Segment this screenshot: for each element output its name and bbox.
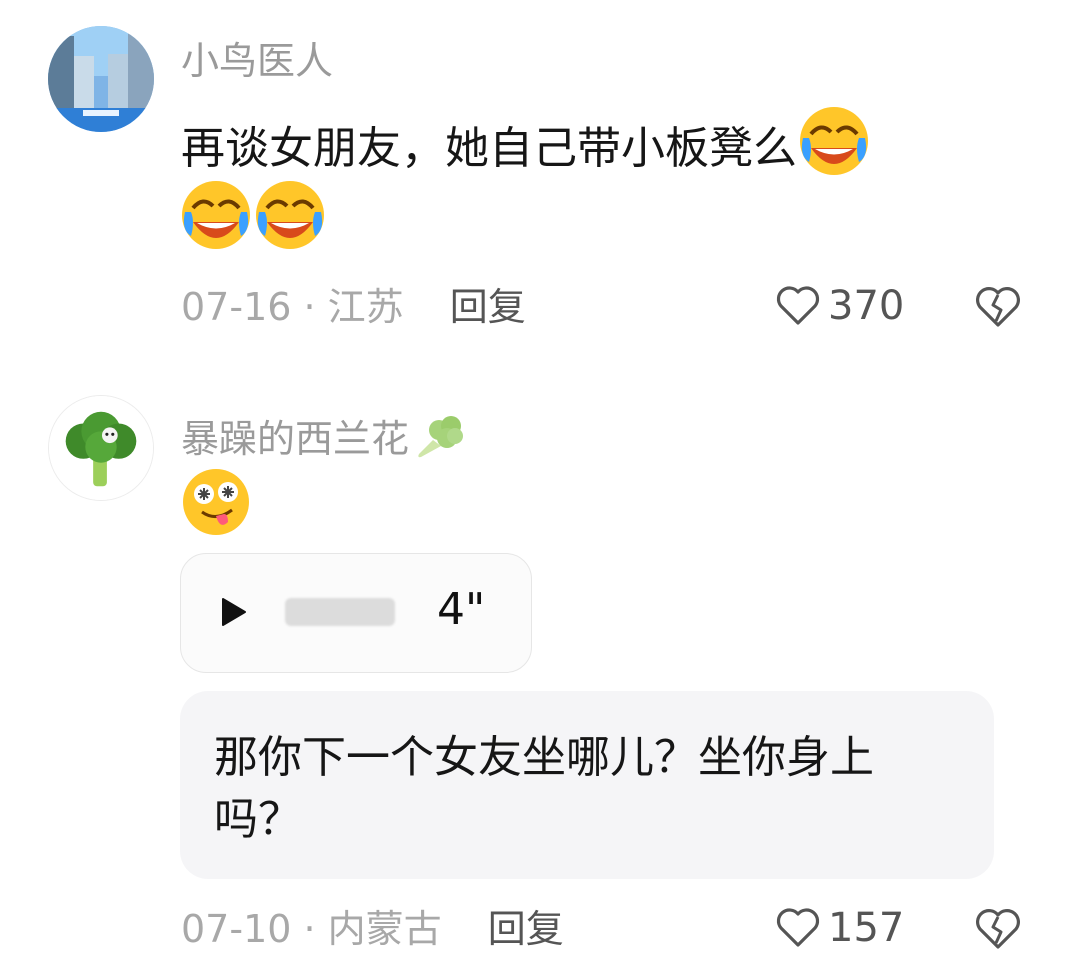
broken-heart-icon <box>976 909 1020 949</box>
broken-heart-icon <box>976 287 1020 327</box>
comment-meta: 07-10 · 内蒙古 回复 <box>181 910 564 948</box>
comment-meta: 07-16 · 江苏 回复 <box>181 288 526 326</box>
quoted-reply-bubble[interactable]: 那你下一个女友坐哪儿？坐你身上吗？ <box>180 691 994 879</box>
like-count: 370 <box>828 283 905 329</box>
audio-waveform <box>285 598 395 626</box>
comment-date: 07-10 <box>181 907 292 951</box>
laughing-tears-icon <box>179 178 253 272</box>
voice-message-card[interactable]: 4" <box>180 553 532 673</box>
dizzy-tongue-emoji-icon <box>180 466 252 558</box>
heart-icon <box>776 286 820 325</box>
dislike-button[interactable] <box>974 285 1022 333</box>
comment-date: 07-16 <box>181 285 292 329</box>
laughing-tears-icon <box>253 178 327 272</box>
comment-emoji-row <box>179 178 327 272</box>
like-count: 157 <box>828 905 905 951</box>
reply-text: 那你下一个女友坐哪儿？坐你身上吗？ <box>214 732 874 845</box>
meta-separator: · <box>291 285 328 329</box>
like-button[interactable]: 157 <box>776 907 904 949</box>
comment-username[interactable]: 暴躁的西兰花 <box>181 410 465 466</box>
avatar[interactable] <box>48 395 154 501</box>
dislike-button[interactable] <box>974 907 1022 955</box>
laughing-tears-icon <box>797 104 871 198</box>
comment-emoji-row <box>180 466 252 558</box>
reply-button[interactable]: 回复 <box>450 285 526 329</box>
username-text: 暴躁的西兰花 <box>181 417 410 461</box>
comment-username[interactable]: 小鸟医人 <box>181 42 333 80</box>
broccoli-icon <box>411 410 465 466</box>
voice-duration: 4" <box>437 584 486 635</box>
like-button[interactable]: 370 <box>776 285 904 327</box>
comment-body: 再谈女朋友，她自己带小板凳么 <box>181 123 797 175</box>
reply-button[interactable]: 回复 <box>488 907 564 951</box>
meta-separator: · <box>291 907 328 951</box>
comment-location: 内蒙古 <box>327 907 442 951</box>
heart-icon <box>776 908 820 947</box>
avatar[interactable] <box>48 26 154 132</box>
play-icon[interactable] <box>219 597 249 627</box>
comment-location: 江苏 <box>327 285 404 329</box>
